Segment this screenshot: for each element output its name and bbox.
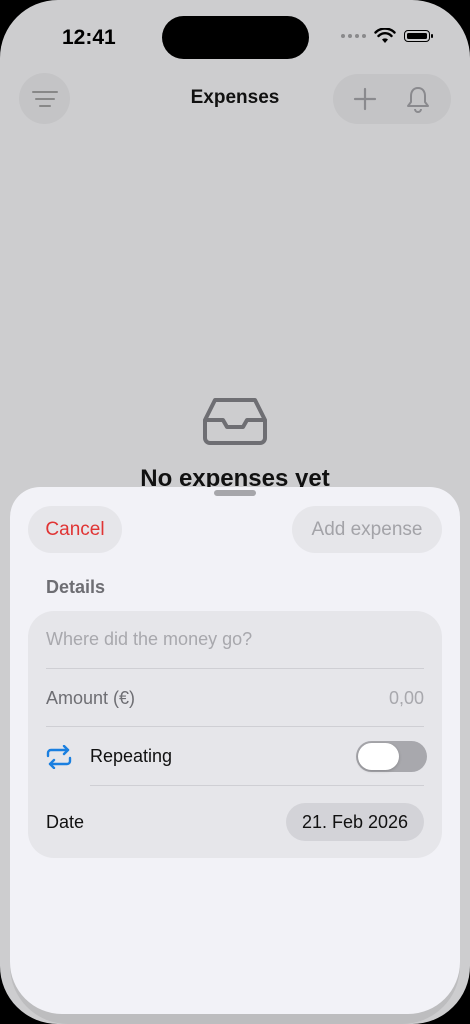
add-expense-button[interactable]: Add expense bbox=[292, 506, 442, 553]
bell-icon[interactable] bbox=[405, 85, 431, 113]
phone-screen: 12:41 Expenses No expenses yet Cancel Ad… bbox=[0, 0, 470, 1024]
section-title: Details bbox=[46, 577, 106, 597]
battery-icon bbox=[404, 30, 433, 42]
wifi-icon bbox=[374, 28, 396, 43]
inbox-tray-icon bbox=[203, 398, 267, 445]
divider bbox=[46, 668, 424, 669]
date-picker-button[interactable]: 21. Feb 2026 bbox=[286, 803, 424, 841]
sheet-grabber[interactable] bbox=[214, 490, 256, 496]
divider bbox=[46, 726, 424, 727]
repeat-icon bbox=[46, 745, 72, 769]
repeating-toggle[interactable] bbox=[356, 741, 427, 772]
status-time: 12:41 bbox=[62, 26, 116, 49]
nav-actions bbox=[333, 74, 451, 124]
plus-icon[interactable] bbox=[353, 87, 377, 111]
status-icons bbox=[341, 28, 433, 44]
divider bbox=[90, 785, 424, 786]
date-label: Date bbox=[46, 812, 85, 832]
toggle-knob bbox=[358, 743, 399, 770]
amount-label: Amount (€) bbox=[46, 688, 136, 708]
repeating-label: Repeating bbox=[90, 746, 173, 766]
signal-icon bbox=[341, 34, 366, 38]
cancel-button[interactable]: Cancel bbox=[28, 506, 122, 553]
dynamic-island bbox=[162, 16, 309, 59]
amount-input[interactable]: 0,00 bbox=[389, 688, 424, 709]
description-input[interactable]: Where did the money go? bbox=[46, 629, 252, 650]
